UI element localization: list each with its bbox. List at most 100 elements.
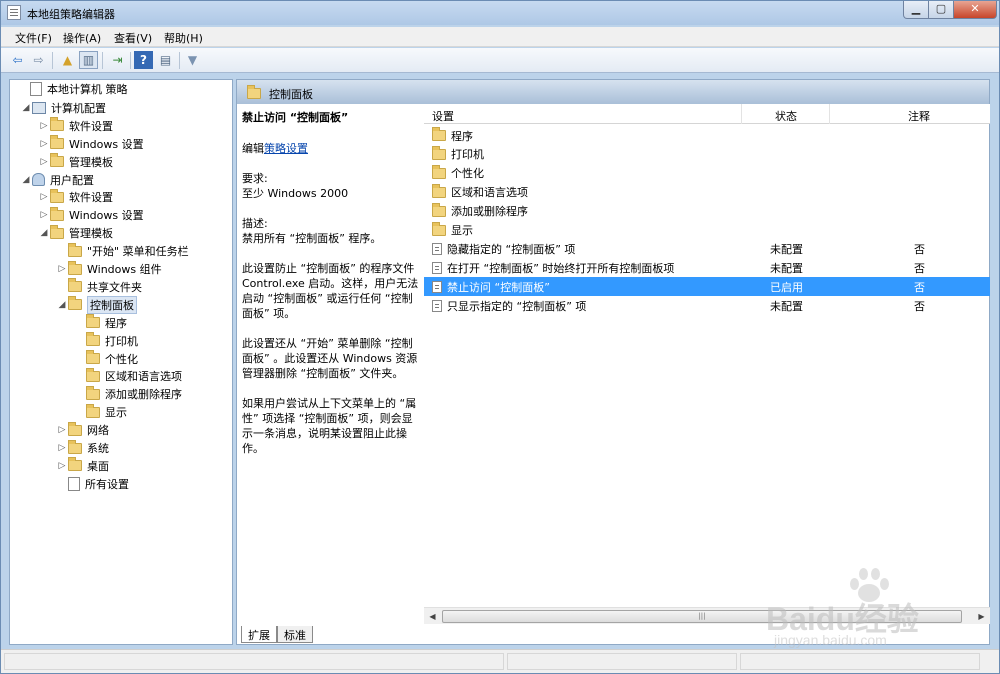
list-setting-row[interactable]: 在打开 “控制面板” 时始终打开所有控制面板项 未配置 否	[424, 258, 990, 277]
export-list-icon[interactable]: ⇥	[108, 51, 127, 69]
tree-item-label: 系统	[87, 442, 109, 455]
back-icon[interactable]: ⇦	[8, 51, 27, 69]
properties-icon[interactable]: ▤	[156, 51, 175, 69]
tree-item[interactable]: ▷ 管理模板	[38, 153, 113, 171]
tree-item-label: 所有设置	[85, 477, 129, 491]
status-cell	[4, 653, 504, 670]
expand-arrow-icon[interactable]: ▷	[56, 443, 68, 453]
list-setting-row[interactable]: 禁止访问 “控制面板” 已启用 否	[424, 277, 990, 297]
tree-item[interactable]: 程序	[74, 314, 127, 332]
expand-arrow-icon[interactable]: ▷	[38, 157, 50, 167]
collapse-arrow-icon[interactable]: ◢	[38, 228, 50, 238]
collapse-arrow-icon[interactable]: ◢	[56, 300, 68, 310]
list-setting-row[interactable]: 只显示指定的 “控制面板” 项 未配置 否	[424, 296, 990, 315]
expand-arrow-icon[interactable]: ▷	[38, 192, 50, 202]
tree-item-label: 计算机配置	[51, 101, 106, 115]
tree-item[interactable]: ▷ 系统	[56, 439, 109, 457]
tree-item[interactable]: 共享文件夹	[56, 278, 142, 296]
maximize-button[interactable]: ▢	[928, 1, 954, 19]
column-divider[interactable]	[829, 104, 830, 124]
list-folder-row[interactable]: 显示	[424, 221, 990, 240]
tree-item[interactable]: 所有设置	[56, 475, 129, 493]
menu-action[interactable]: 操作(A)	[63, 30, 101, 46]
tree-item[interactable]: ▷ 软件设置	[38, 117, 113, 135]
close-button[interactable]: ✕	[953, 1, 997, 19]
expand-arrow-icon[interactable]: ▷	[56, 264, 68, 274]
scroll-thumb[interactable]: |||	[442, 610, 962, 623]
horizontal-scrollbar[interactable]: ◀ ||| ▶	[424, 607, 990, 624]
folder-icon	[68, 421, 82, 436]
tree-item[interactable]: 本地计算机 策略	[18, 80, 128, 98]
column-divider[interactable]	[741, 104, 742, 124]
tab-standard[interactable]: 标准	[277, 626, 313, 643]
tree-item[interactable]: 个性化	[74, 350, 138, 368]
menu-bar: 文件(F) 操作(A) 查看(V) 帮助(H)	[1, 27, 999, 47]
folder-icon	[432, 145, 446, 160]
tree-item-label: 网络	[87, 424, 109, 438]
folder-icon	[432, 164, 446, 179]
scroll-right-icon[interactable]: ▶	[975, 610, 988, 623]
tree-item[interactable]: 打印机	[74, 332, 138, 350]
policy-title: 禁止访问 “控制面板”	[242, 111, 349, 124]
toolbar: ⇦ ⇨ ▲ ▥ ⇥ ? ▤ ▼	[1, 48, 999, 73]
tree-item[interactable]: 区域和语言选项	[74, 367, 182, 385]
forward-icon[interactable]: ⇨	[29, 51, 48, 69]
menu-file[interactable]: 文件(F)	[15, 30, 52, 46]
policy-setting-icon	[432, 261, 442, 274]
setting-name-cell: 隐藏指定的 “控制面板” 项	[432, 241, 575, 257]
expand-arrow-icon[interactable]: ▷	[56, 461, 68, 471]
setting-name-cell: 在打开 “控制面板” 时始终打开所有控制面板项	[432, 260, 674, 276]
list-folder-row[interactable]: 添加或删除程序	[424, 202, 990, 221]
setting-comment: 否	[914, 299, 925, 313]
tree-item[interactable]: ▷ 桌面	[56, 457, 109, 475]
folder-icon	[68, 457, 82, 472]
column-header-state[interactable]: 状态	[775, 108, 797, 124]
edit-policy-link[interactable]: 策略设置	[264, 142, 308, 155]
minimize-button[interactable]: ▁	[903, 1, 929, 19]
title-bar[interactable]: 本地组策略编辑器 ▁ ▢ ✕	[1, 1, 999, 25]
setting-name-cell: 区域和语言选项	[432, 183, 528, 200]
collapse-arrow-icon[interactable]: ◢	[20, 175, 32, 185]
column-header-setting[interactable]: 设置	[432, 108, 454, 124]
list-folder-row[interactable]: 区域和语言选项	[424, 183, 990, 202]
requirement-value: 至少 Windows 2000	[242, 187, 349, 200]
tree-item[interactable]: ▷ Windows 设置	[38, 135, 144, 153]
expand-arrow-icon[interactable]: ▷	[56, 425, 68, 435]
list-setting-row[interactable]: 隐藏指定的 “控制面板” 项 未配置 否	[424, 239, 990, 258]
tree-item-label: 个性化	[105, 352, 138, 366]
show-hide-tree-icon[interactable]: ▥	[79, 51, 98, 69]
menu-help[interactable]: 帮助(H)	[164, 30, 203, 46]
menu-view[interactable]: 查看(V)	[114, 30, 152, 46]
tree-item[interactable]: 显示	[74, 403, 127, 421]
expand-arrow-icon[interactable]: ▷	[38, 139, 50, 149]
tree-item[interactable]: ▷ Windows 组件	[56, 260, 162, 278]
list-folder-row[interactable]: 个性化	[424, 164, 990, 183]
list-folder-row[interactable]: 打印机	[424, 145, 990, 164]
folder-icon	[247, 85, 261, 99]
tree-item-label: 添加或删除程序	[105, 388, 182, 402]
policy-setting-icon	[432, 299, 442, 312]
list-folder-row[interactable]: 程序	[424, 126, 990, 145]
expand-arrow-icon[interactable]: ▷	[38, 210, 50, 220]
tab-extended[interactable]: 扩展	[241, 626, 277, 643]
status-cell	[507, 653, 737, 670]
help-icon[interactable]: ?	[134, 51, 153, 69]
tree-item[interactable]: ◢ 控制面板	[56, 295, 137, 314]
expand-arrow-icon[interactable]: ▷	[38, 121, 50, 131]
tree-item[interactable]: ▷ 软件设置	[38, 188, 113, 206]
scroll-left-icon[interactable]: ◀	[426, 610, 439, 623]
tree-item[interactable]: ◢ 管理模板	[38, 224, 113, 242]
tree-item[interactable]: ▷ Windows 设置	[38, 206, 144, 224]
tree-item[interactable]: "开始" 菜单和任务栏	[56, 242, 189, 260]
tree-item[interactable]: ◢ 用户配置	[20, 171, 94, 189]
up-folder-icon[interactable]: ▲	[58, 51, 77, 69]
tree-item[interactable]: 添加或删除程序	[74, 385, 182, 403]
toolbar-separator	[130, 52, 131, 69]
setting-state: 已启用	[770, 280, 803, 294]
tree-item[interactable]: ◢ 计算机配置	[20, 99, 106, 117]
column-header-comment[interactable]: 注释	[908, 108, 930, 124]
filter-icon[interactable]: ▼	[183, 51, 202, 69]
tree-item[interactable]: ▷ 网络	[56, 421, 109, 439]
folder-icon	[86, 314, 100, 329]
collapse-arrow-icon[interactable]: ◢	[20, 103, 32, 113]
